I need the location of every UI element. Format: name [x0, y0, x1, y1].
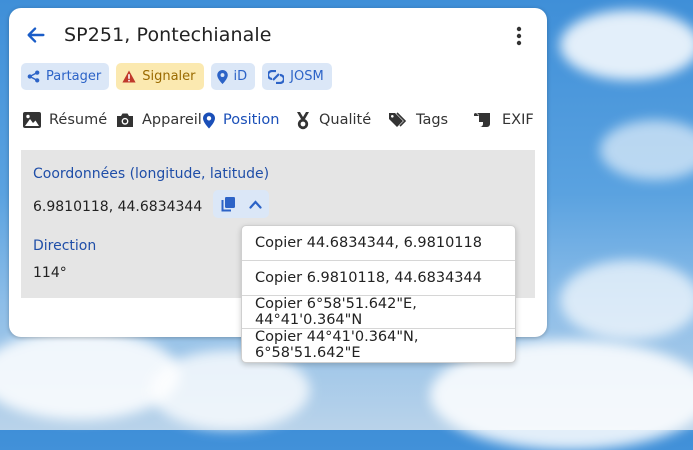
- id-editor-button[interactable]: iD: [210, 63, 256, 90]
- image-icon: [23, 112, 41, 128]
- copy-coordinates-button[interactable]: [213, 190, 269, 218]
- link-icon: [268, 69, 285, 84]
- warning-icon: [122, 70, 136, 83]
- josm-label: JOSM: [290, 69, 324, 84]
- id-editor-label: iD: [233, 69, 248, 84]
- copy-option-lat-lon-dms[interactable]: Copier 44°41'0.364"N, 6°58'51.642"E: [242, 328, 515, 362]
- tab-exif[interactable]: EXIF: [474, 112, 534, 150]
- chevron-up-icon: [249, 200, 262, 209]
- map-pin-icon: [216, 69, 228, 84]
- camera-icon: [117, 113, 133, 127]
- report-button[interactable]: Signaler: [116, 63, 204, 90]
- tab-position[interactable]: Position: [203, 112, 283, 152]
- tab-camera-label: Appareil: [142, 112, 202, 128]
- tab-summary-label: Résumé: [49, 112, 108, 128]
- details-tabs: Résumé Appareil Position Qualité Tags EX…: [21, 112, 535, 152]
- tab-summary[interactable]: Résumé: [23, 112, 107, 150]
- action-badges: Partager Signaler iD JOSM: [21, 63, 332, 91]
- direction-label: Direction: [33, 238, 97, 254]
- panel-header: SP251, Pontechianale: [9, 8, 547, 64]
- copy-option-lon-lat-decimal[interactable]: Copier 6.9810118, 44.6834344: [242, 261, 515, 295]
- tab-quality[interactable]: Qualité: [295, 112, 371, 150]
- arrow-left-icon: [27, 27, 45, 43]
- tags-icon: [389, 112, 407, 127]
- map-pin-icon: [203, 112, 215, 129]
- more-vertical-icon: [516, 26, 522, 46]
- coordinates-label: Coordonnées (longitude, latitude): [33, 166, 270, 182]
- back-button[interactable]: [25, 24, 47, 46]
- tab-exif-label: EXIF: [502, 112, 534, 128]
- tab-quality-label: Qualité: [319, 112, 372, 128]
- tab-tags-label: Tags: [416, 112, 449, 128]
- medal-icon: [297, 112, 309, 130]
- scroll-icon: [474, 113, 490, 127]
- page-title: SP251, Pontechianale: [64, 24, 272, 46]
- share-icon: [27, 70, 40, 83]
- more-options-button[interactable]: [509, 25, 529, 47]
- josm-button[interactable]: JOSM: [262, 63, 332, 90]
- coordinates-value: 6.9810118, 44.6834344: [33, 199, 203, 215]
- share-label: Partager: [46, 69, 102, 84]
- tab-tags[interactable]: Tags: [389, 112, 448, 150]
- tab-camera[interactable]: Appareil: [116, 112, 202, 150]
- copy-coordinates-menu: Copier 44.6834344, 6.9810118 Copier 6.98…: [241, 225, 516, 363]
- tab-position-label: Position: [223, 112, 280, 128]
- copy-option-lat-lon-decimal[interactable]: Copier 44.6834344, 6.9810118: [242, 226, 515, 260]
- share-button[interactable]: Partager: [21, 63, 110, 90]
- copy-icon: [221, 197, 235, 212]
- report-label: Signaler: [142, 69, 196, 84]
- copy-option-lon-lat-dms[interactable]: Copier 6°58'51.642"E, 44°41'0.364"N: [242, 295, 515, 329]
- direction-value: 114°: [33, 265, 67, 281]
